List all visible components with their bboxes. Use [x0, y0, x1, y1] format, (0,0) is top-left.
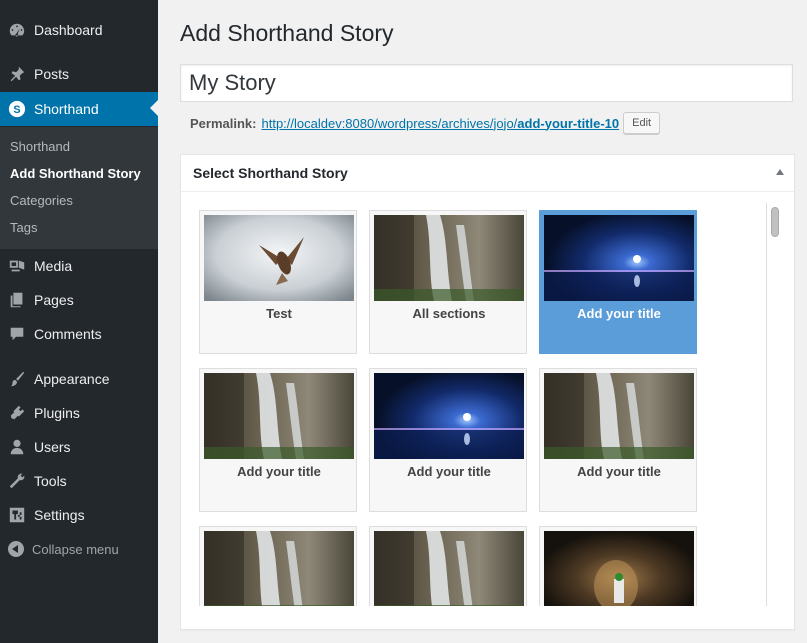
menu-item-appearance[interactable]: Appearance [0, 362, 158, 396]
story-thumbnail [204, 215, 354, 301]
story-card[interactable] [369, 526, 527, 606]
admin-sidebar: Dashboard Posts S Shorthand Shorthand Ad… [0, 0, 158, 643]
user-icon [7, 437, 27, 457]
shorthand-s-icon: S [7, 99, 27, 119]
menu-item-users[interactable]: Users [0, 430, 158, 464]
story-card-title: Add your title [577, 464, 661, 479]
menu-item-label: Shorthand [34, 101, 99, 117]
story-thumbnail [544, 215, 694, 301]
story-card-title: Add your title [577, 306, 661, 321]
menu-item-settings[interactable]: Settings [0, 498, 158, 532]
story-title-input[interactable] [180, 64, 793, 102]
comment-icon [7, 324, 27, 344]
menu-item-posts[interactable]: Posts [0, 57, 158, 91]
menu-item-label: Comments [34, 326, 102, 342]
story-grid: Test All sections Add your title Add your t… [181, 192, 794, 606]
menu-item-label: Dashboard [34, 22, 103, 38]
menu-item-media[interactable]: Media [0, 249, 158, 283]
svg-text:S: S [13, 104, 20, 116]
collapse-toggle-icon[interactable] [776, 169, 784, 175]
menu-item-dashboard[interactable]: Dashboard [0, 13, 158, 47]
menu-item-pages[interactable]: Pages [0, 283, 158, 317]
submenu-item-categories[interactable]: Categories [10, 193, 73, 208]
settings-icon [7, 505, 27, 525]
media-icon [7, 256, 27, 276]
shorthand-submenu: Shorthand Add Shorthand Story Categories… [0, 127, 158, 249]
story-thumbnail [374, 215, 524, 301]
story-thumbnail [544, 531, 694, 606]
story-card[interactable]: Add your title [539, 210, 697, 354]
dashboard-icon [7, 20, 27, 40]
pages-icon [7, 290, 27, 310]
metabox-header[interactable]: Select Shorthand Story [181, 155, 794, 192]
story-thumbnail [374, 373, 524, 459]
menu-item-label: Plugins [34, 405, 80, 421]
story-thumbnail [544, 373, 694, 459]
menu-item-comments[interactable]: Comments [0, 317, 158, 351]
menu-item-plugins[interactable]: Plugins [0, 396, 158, 430]
submenu-item-shorthand[interactable]: Shorthand [10, 139, 70, 154]
metabox-title: Select Shorthand Story [193, 165, 348, 181]
story-card[interactable]: All sections [369, 210, 527, 354]
story-thumbnail [204, 373, 354, 459]
story-card[interactable] [539, 526, 697, 606]
permalink-base: http://localdev:8080/wordpress/archives/… [261, 115, 518, 131]
scrollbar-thumb[interactable] [771, 207, 779, 237]
page-title: Add Shorthand Story [180, 20, 394, 46]
collapse-arrow-icon [8, 541, 24, 557]
plugin-icon [7, 403, 27, 423]
menu-item-label: Pages [34, 292, 74, 308]
story-card-title: Add your title [237, 464, 321, 479]
wrench-icon [7, 471, 27, 491]
paintbrush-icon [7, 369, 27, 389]
story-card[interactable]: Add your title [539, 368, 697, 512]
story-thumbnail [374, 531, 524, 606]
menu-item-label: Posts [34, 66, 70, 82]
story-card-title: Test [266, 306, 292, 321]
edit-permalink-button[interactable]: Edit [623, 112, 661, 134]
menu-item-label: Users [34, 439, 71, 455]
scrollbar-track[interactable] [766, 203, 767, 606]
permalink-link[interactable]: http://localdev:8080/wordpress/archives/… [261, 116, 619, 131]
permalink-slug: add-your-title-10 [517, 115, 620, 131]
story-card-title: All sections [412, 306, 486, 321]
menu-item-label: Media [34, 258, 73, 274]
story-card-title: Add your title [407, 464, 491, 479]
collapse-menu-label: Collapse menu [32, 541, 119, 557]
submenu-item-add-story[interactable]: Add Shorthand Story [10, 166, 141, 181]
story-card[interactable]: Test [199, 210, 357, 354]
permalink-row: Permalink: http://localdev:8080/wordpres… [190, 111, 661, 135]
pin-icon [7, 64, 27, 84]
story-card[interactable]: Add your title [199, 368, 357, 512]
select-story-metabox: Select Shorthand Story Test All sections A… [180, 154, 795, 630]
collapse-menu-button[interactable]: Collapse menu [0, 537, 158, 561]
story-thumbnail [204, 531, 354, 606]
story-card[interactable] [199, 526, 357, 606]
story-card[interactable]: Add your title [369, 368, 527, 512]
menu-item-tools[interactable]: Tools [0, 464, 158, 498]
menu-item-label: Tools [34, 473, 67, 489]
menu-item-shorthand[interactable]: S Shorthand [0, 92, 158, 126]
menu-item-label: Appearance [34, 371, 110, 387]
menu-item-label: Settings [34, 507, 85, 523]
permalink-label: Permalink: [190, 115, 257, 131]
submenu-item-tags[interactable]: Tags [10, 220, 37, 235]
